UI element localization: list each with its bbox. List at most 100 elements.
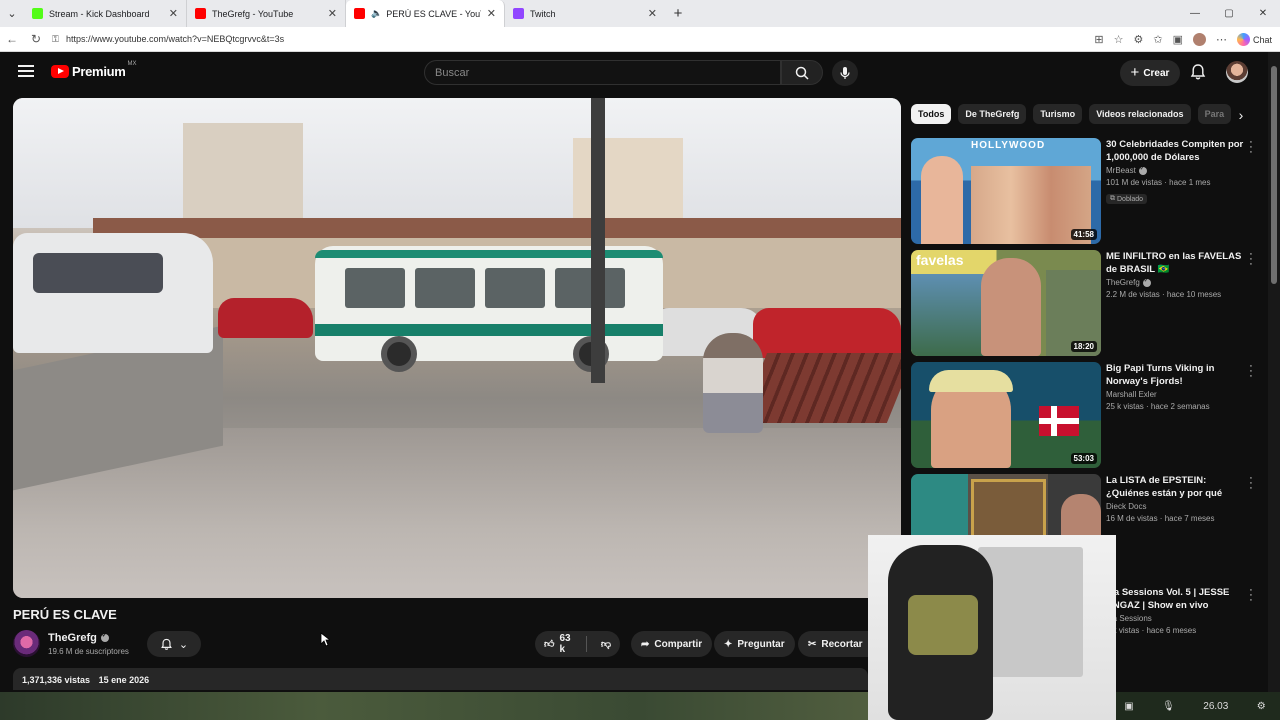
view-count: 1,371,336 vistas: [22, 675, 91, 685]
copilot-icon: [1236, 33, 1250, 46]
recommendation-item[interactable]: 53:03 Big Papi Turns Viking in Norway's …: [911, 361, 1261, 468]
video-thumbnail[interactable]: 53:03: [911, 362, 1101, 468]
tab-thegrefg-youtube[interactable]: TheGrefg - YouTube ✕: [187, 0, 346, 27]
chevron-down-icon: ⌄: [178, 638, 189, 651]
video-description-box[interactable]: 1,371,336 vistas 15 ene 2026: [13, 668, 868, 690]
extensions-icon[interactable]: ⚙: [1133, 33, 1143, 46]
search-button[interactable]: [781, 60, 823, 85]
chevron-right-icon[interactable]: ›: [1234, 104, 1248, 126]
close-window-button[interactable]: ✕: [1246, 0, 1280, 27]
system-tray: ▣ 🎙︎ 26.03 ⚙: [1110, 692, 1280, 720]
bell-icon: [161, 638, 172, 650]
window-controls: — ▢ ✕: [1178, 0, 1280, 27]
channel-name[interactable]: TheGrefg: [48, 632, 109, 644]
verified-badge-icon: [1142, 277, 1151, 287]
share-button[interactable]: ➦ Compartir: [631, 631, 713, 657]
dubbed-badge: ⧉ Doblado: [1106, 194, 1148, 204]
browser-tab-bar: ⌄ Stream - Kick Dashboard ✕ TheGrefg - Y…: [0, 0, 1280, 27]
app-icon[interactable]: ▣: [1124, 701, 1133, 712]
verified-badge-icon: [1138, 165, 1147, 175]
twitch-icon: [513, 8, 524, 19]
recommendation-item[interactable]: HOLLYWOOD 41:58 30 Celebridades Compiten…: [911, 137, 1261, 244]
microphone-icon[interactable]: 🎙︎: [1162, 701, 1175, 712]
chip-todos[interactable]: Todos: [911, 104, 952, 124]
browser-toolbar-icons: ⊞ ☆ ⚙ ✩ ▣ ⋯ Chat: [1094, 27, 1272, 52]
more-actions-icon[interactable]: · · ·: [1247, 137, 1255, 158]
close-icon[interactable]: ✕: [328, 7, 337, 20]
address-bar: ← ↻ ⚿ https://www.youtube.com/watch?v=NE…: [0, 27, 1280, 52]
kick-icon: [32, 8, 43, 19]
settings-icon[interactable]: ⚙: [1257, 701, 1266, 712]
more-actions-icon[interactable]: · · ·: [1247, 585, 1255, 606]
youtube-icon: [195, 8, 206, 19]
dubbed-icon: ⧉: [1110, 195, 1115, 202]
tab-kick-dashboard[interactable]: Stream - Kick Dashboard ✕: [24, 0, 187, 27]
notifications-bell-icon[interactable]: [1189, 63, 1207, 81]
verified-badge-icon: [100, 632, 109, 642]
like-dislike-group: 👍︎ 63 k 👎︎: [535, 631, 620, 657]
share-icon: ➦: [641, 638, 650, 650]
close-icon[interactable]: ✕: [487, 7, 496, 20]
microphone-icon: [840, 67, 850, 79]
url-field[interactable]: ⚿ https://www.youtube.com/watch?v=NEBQtc…: [52, 30, 1082, 49]
clip-button[interactable]: ✂ Recortar: [798, 631, 868, 657]
more-actions-icon[interactable]: · · ·: [1247, 361, 1255, 382]
youtube-premium-logo[interactable]: Premium MX: [51, 61, 137, 79]
scissors-icon: ✂: [808, 638, 817, 650]
youtube-header: Premium MX Buscar + Crear: [0, 52, 1268, 92]
channel-avatar[interactable]: [13, 630, 40, 657]
create-button[interactable]: + Crear: [1120, 60, 1180, 86]
more-icon[interactable]: ⋯: [1216, 33, 1227, 46]
close-icon[interactable]: ✕: [169, 7, 178, 20]
chip-de-thegrefg[interactable]: De TheGrefg: [958, 104, 1027, 124]
copilot-chat-button[interactable]: Chat: [1236, 33, 1272, 46]
video-thumbnail[interactable]: HOLLYWOOD 41:58: [911, 138, 1101, 244]
reload-button[interactable]: ↻: [24, 32, 48, 46]
voice-search-button[interactable]: [832, 60, 858, 86]
page-scrollbar[interactable]: [1268, 52, 1280, 692]
dislike-button[interactable]: 👎︎: [592, 631, 620, 657]
ask-button[interactable]: ✦ Preguntar: [714, 631, 795, 657]
chip-turismo[interactable]: Turismo: [1033, 104, 1083, 124]
browser-profile-avatar[interactable]: [1192, 33, 1206, 46]
tab-twitch[interactable]: Twitch ✕: [505, 0, 665, 27]
speaker-icon[interactable]: 🔈: [371, 8, 382, 19]
app-icon[interactable]: ⊞: [1094, 33, 1103, 46]
plus-icon: +: [1130, 63, 1140, 81]
new-tab-button[interactable]: +: [665, 5, 691, 22]
subscriber-count: 19.6 M de suscriptores: [48, 647, 129, 656]
sparkle-icon: ✦: [724, 638, 733, 650]
account-avatar[interactable]: [1226, 61, 1248, 83]
thumbs-down-icon: 👎︎: [600, 639, 611, 650]
collections-icon[interactable]: ▣: [1173, 33, 1183, 46]
streamer-webcam-overlay: [868, 535, 1116, 720]
search-input[interactable]: Buscar: [424, 60, 781, 85]
video-title: PERÚ ES CLAVE: [13, 607, 117, 622]
menu-icon[interactable]: [18, 65, 34, 79]
tab-actions-menu[interactable]: ⌄: [0, 0, 24, 27]
youtube-play-icon: [51, 65, 69, 78]
thumbs-up-icon: 👍︎: [544, 639, 555, 650]
video-thumbnail[interactable]: favelas 18:20: [911, 250, 1101, 356]
youtube-icon: [354, 8, 365, 19]
more-actions-icon[interactable]: · · ·: [1247, 249, 1255, 270]
more-actions-icon[interactable]: · · ·: [1247, 473, 1255, 494]
favorites-icon[interactable]: ✩: [1153, 33, 1162, 46]
tab-peru-es-clave[interactable]: 🔈 PERÚ ES CLAVE - YouTube ✕: [346, 0, 505, 27]
chip-videos-relacionados[interactable]: Videos relacionados: [1089, 104, 1191, 124]
minimize-button[interactable]: —: [1178, 0, 1212, 27]
back-button[interactable]: ←: [0, 32, 24, 46]
maximize-button[interactable]: ▢: [1212, 0, 1246, 27]
site-info-icon[interactable]: ⚿: [52, 34, 66, 45]
upload-date: 15 ene 2026: [98, 675, 150, 685]
close-icon[interactable]: ✕: [648, 7, 657, 20]
related-filter-chips: Todos De TheGrefg Turismo Videos relacio…: [911, 104, 1251, 124]
subscription-notifications-button[interactable]: ⌄: [147, 631, 201, 657]
chip-para[interactable]: Para: [1197, 104, 1232, 124]
mouse-cursor-icon: [320, 632, 330, 647]
recommendation-item[interactable]: favelas 18:20 ME INFILTRO en las FAVELAS…: [911, 249, 1261, 356]
favorite-star-icon[interactable]: ☆: [1114, 33, 1124, 46]
like-button[interactable]: 👍︎ 63 k: [535, 631, 581, 657]
search-icon: [795, 66, 809, 80]
video-player[interactable]: [13, 98, 901, 598]
